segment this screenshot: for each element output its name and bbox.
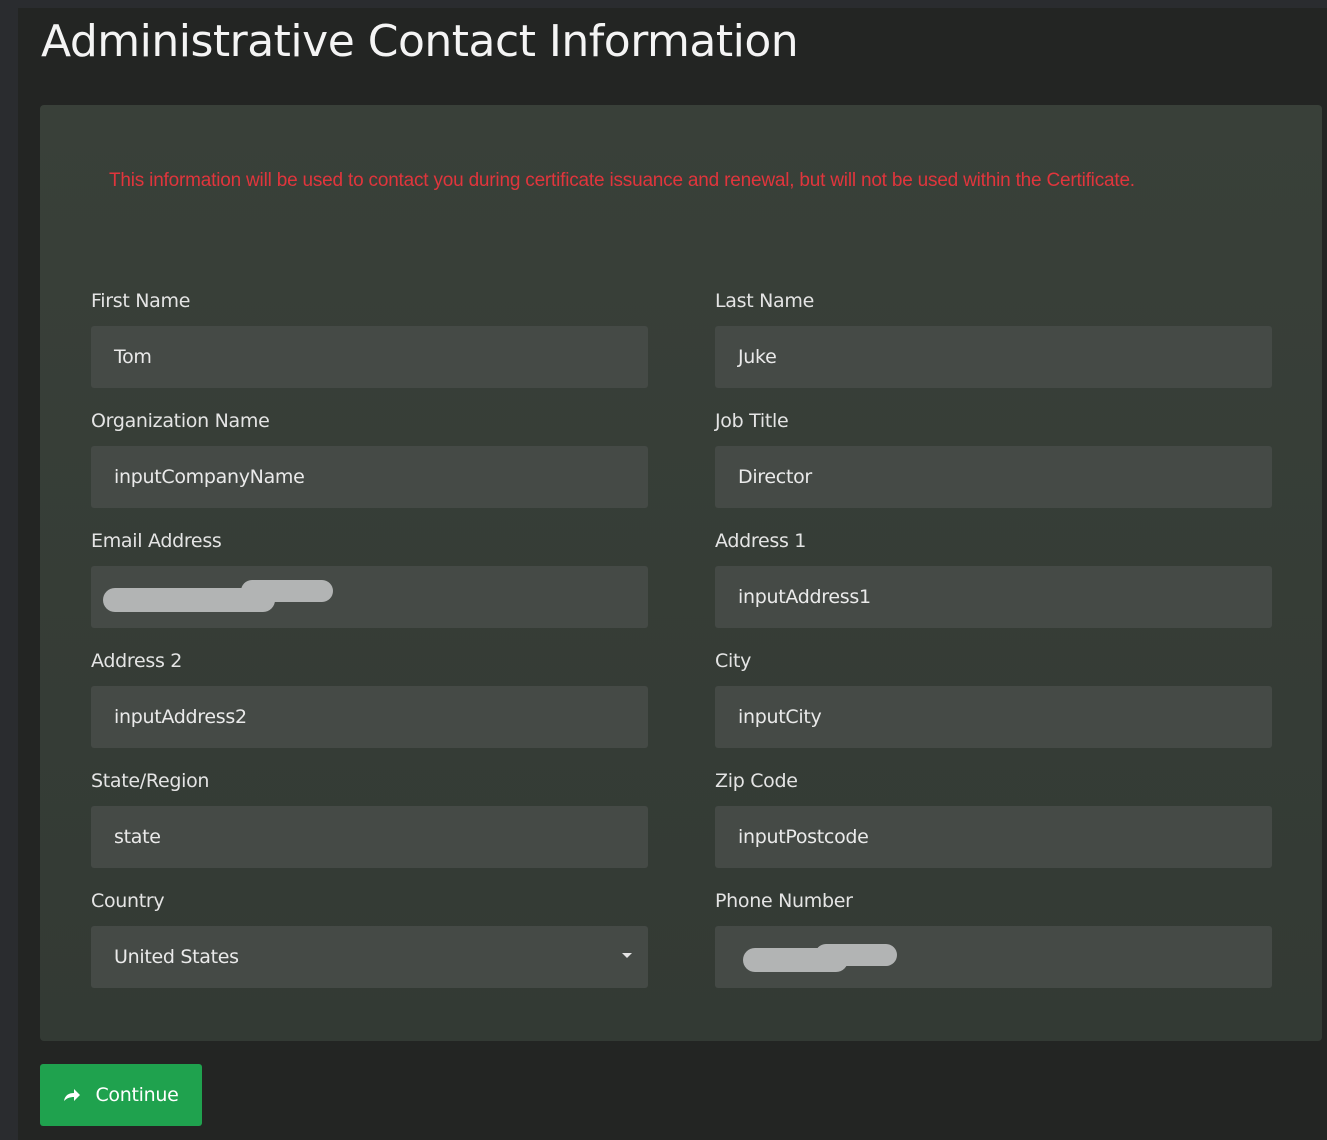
first-name-group: First Name Tom <box>91 289 648 388</box>
continue-button[interactable]: Continue <box>40 1064 202 1126</box>
job-title-group: Job Title Director <box>715 409 1272 508</box>
chevron-down-icon <box>622 953 632 958</box>
address2-label: Address 2 <box>91 650 183 672</box>
page-title: Administrative Contact Information <box>41 16 799 67</box>
last-name-input[interactable]: Juke <box>715 326 1272 388</box>
phone-number-group: Phone Number <box>715 889 1272 988</box>
last-name-group: Last Name Juke <box>715 289 1272 388</box>
address1-group: Address 1 inputAddress1 <box>715 529 1272 628</box>
address2-input[interactable]: inputAddress2 <box>91 686 648 748</box>
address1-label: Address 1 <box>715 530 807 552</box>
address2-group: Address 2 inputAddress2 <box>91 649 648 748</box>
organization-name-label: Organization Name <box>91 410 270 432</box>
country-select[interactable]: United States <box>91 926 648 988</box>
city-label: City <box>715 650 752 672</box>
zip-code-group: Zip Code inputPostcode <box>715 769 1272 868</box>
email-address-input[interactable] <box>91 566 648 628</box>
last-name-label: Last Name <box>715 290 814 312</box>
job-title-input[interactable]: Director <box>715 446 1272 508</box>
contact-form-panel: This information will be used to contact… <box>40 105 1322 1041</box>
country-label: Country <box>91 890 165 912</box>
arrow-right-icon <box>63 1088 81 1102</box>
first-name-label: First Name <box>91 290 191 312</box>
notice-text: This information will be used to contact… <box>109 170 1135 191</box>
phone-number-label: Phone Number <box>715 890 853 912</box>
state-region-input[interactable]: state <box>91 806 648 868</box>
zip-code-label: Zip Code <box>715 770 798 792</box>
city-input[interactable]: inputCity <box>715 686 1272 748</box>
organization-name-group: Organization Name inputCompanyName <box>91 409 648 508</box>
city-group: City inputCity <box>715 649 1272 748</box>
phone-redaction-tail <box>815 944 897 966</box>
organization-name-input[interactable]: inputCompanyName <box>91 446 648 508</box>
zip-code-input[interactable]: inputPostcode <box>715 806 1272 868</box>
state-region-group: State/Region state <box>91 769 648 868</box>
continue-label: Continue <box>95 1084 179 1106</box>
job-title-label: Job Title <box>715 410 789 432</box>
email-address-group: Email Address <box>91 529 648 628</box>
page: Administrative Contact Information This … <box>18 8 1327 1140</box>
first-name-input[interactable]: Tom <box>91 326 648 388</box>
phone-number-input[interactable] <box>715 926 1272 988</box>
email-address-label: Email Address <box>91 530 222 552</box>
state-region-label: State/Region <box>91 770 210 792</box>
email-redaction-tail <box>241 580 333 602</box>
country-group: Country United States <box>91 889 648 988</box>
country-selected-value: United States <box>114 946 239 968</box>
address1-input[interactable]: inputAddress1 <box>715 566 1272 628</box>
